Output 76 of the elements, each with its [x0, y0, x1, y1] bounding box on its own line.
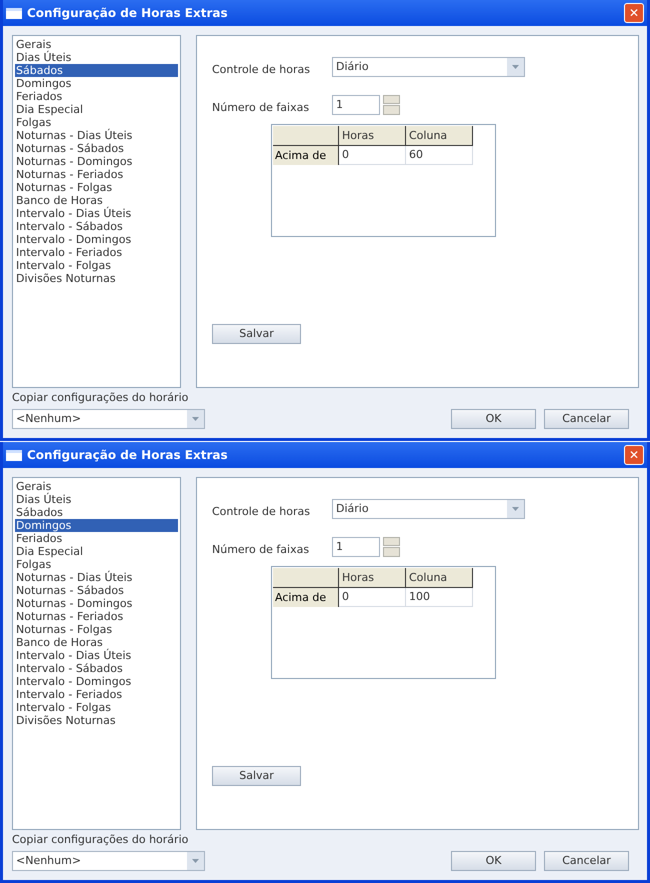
list-item[interactable]: Noturnas - Folgas	[15, 181, 178, 194]
window-icon	[6, 450, 22, 460]
list-item[interactable]: Intervalo - Dias Úteis	[15, 207, 178, 220]
save-button[interactable]: Salvar	[212, 766, 301, 786]
list-item[interactable]: Feriados	[15, 90, 178, 103]
column-header: Horas	[339, 568, 406, 588]
list-item[interactable]: Intervalo - Folgas	[15, 259, 178, 272]
list-item[interactable]: Intervalo - Sábados	[15, 220, 178, 233]
field-label: Número de faixas	[212, 542, 310, 558]
list-item[interactable]: Intervalo - Folgas	[15, 701, 178, 714]
table-cell: 100	[406, 588, 473, 607]
list-item[interactable]: Folgas	[15, 558, 178, 571]
list-item[interactable]: Banco de Horas	[15, 194, 178, 207]
copy-settings-label: Copiar configurações do horário	[12, 833, 188, 847]
list-item[interactable]: Sábados	[15, 506, 178, 519]
field-label: Número de faixas	[212, 100, 310, 116]
row-header: Acima de	[273, 588, 339, 607]
copy-settings-label: Copiar configurações do horário	[12, 391, 188, 405]
list-item[interactable]: Intervalo - Feriados	[15, 688, 178, 701]
table-corner-header	[273, 126, 339, 146]
list-item[interactable]: Folgas	[15, 116, 178, 129]
list-item[interactable]: Noturnas - Sábados	[15, 584, 178, 597]
window-title: Configuração de Horas Extras	[27, 5, 229, 22]
list-item[interactable]: Intervalo - Domingos	[15, 675, 178, 688]
list-item[interactable]: Sábados	[15, 64, 178, 77]
list-item[interactable]: Divisões Noturnas	[15, 714, 178, 727]
table-cell: 0	[339, 588, 406, 607]
spinner-buttons[interactable]	[383, 536, 400, 557]
column-header: Horas	[339, 126, 406, 146]
field-label: Controle de horas	[212, 504, 311, 520]
list-item[interactable]: Intervalo - Sábados	[15, 662, 178, 675]
list-item[interactable]: Noturnas - Sábados	[15, 142, 178, 155]
cancel-button[interactable]: Cancelar	[544, 409, 629, 429]
save-button[interactable]: Salvar	[212, 324, 301, 344]
range-count-field[interactable]: 1	[332, 94, 380, 115]
list-item[interactable]: Dia Especial	[15, 103, 178, 116]
close-button[interactable]: ✕	[624, 445, 644, 465]
row-header: Acima de	[273, 146, 339, 165]
window-title: Configuração de Horas Extras	[27, 447, 229, 464]
list-item[interactable]: Intervalo - Dias Úteis	[15, 649, 178, 662]
table-corner-header	[273, 568, 339, 588]
window-icon	[6, 8, 22, 18]
column-header: Coluna	[406, 568, 473, 588]
list-item[interactable]: Dias Úteis	[15, 51, 178, 64]
list-item[interactable]: Domingos	[15, 519, 178, 532]
list-item[interactable]: Noturnas - Feriados	[15, 610, 178, 623]
list-item[interactable]: Noturnas - Feriados	[15, 168, 178, 181]
list-item[interactable]: Noturnas - Dias Úteis	[15, 571, 178, 584]
list-item[interactable]: Dia Especial	[15, 545, 178, 558]
ok-button[interactable]: OK	[451, 409, 536, 429]
copy-schedule-dropdown[interactable]: <Nenhum>	[12, 409, 205, 429]
list-item[interactable]: Noturnas - Dias Úteis	[15, 129, 178, 142]
list-item[interactable]: Dias Úteis	[15, 493, 178, 506]
column-header: Coluna	[406, 126, 473, 146]
range-count-field[interactable]: 1	[332, 536, 380, 557]
list-item[interactable]: Divisões Noturnas	[15, 272, 178, 285]
close-button[interactable]: ✕	[624, 3, 644, 23]
ok-button[interactable]: OK	[451, 851, 536, 871]
list-item[interactable]: Noturnas - Folgas	[15, 623, 178, 636]
hours-control-dropdown[interactable]: Diário	[332, 499, 525, 520]
list-item[interactable]: Noturnas - Domingos	[15, 155, 178, 168]
cancel-button[interactable]: Cancelar	[544, 851, 629, 871]
table-cell: 0	[339, 146, 406, 165]
hours-control-dropdown[interactable]: Diário	[332, 57, 525, 78]
list-item[interactable]: Intervalo - Feriados	[15, 246, 178, 259]
list-item[interactable]: Feriados	[15, 532, 178, 545]
spinner-buttons[interactable]	[383, 94, 400, 115]
table-cell: 60	[406, 146, 473, 165]
list-item[interactable]: Intervalo - Domingos	[15, 233, 178, 246]
field-label: Controle de horas	[212, 62, 311, 78]
list-item[interactable]: Gerais	[15, 480, 178, 493]
list-item[interactable]: Banco de Horas	[15, 636, 178, 649]
list-item[interactable]: Noturnas - Domingos	[15, 597, 178, 610]
list-item[interactable]: Gerais	[15, 38, 178, 51]
list-item[interactable]: Domingos	[15, 77, 178, 90]
copy-schedule-dropdown[interactable]: <Nenhum>	[12, 851, 205, 871]
